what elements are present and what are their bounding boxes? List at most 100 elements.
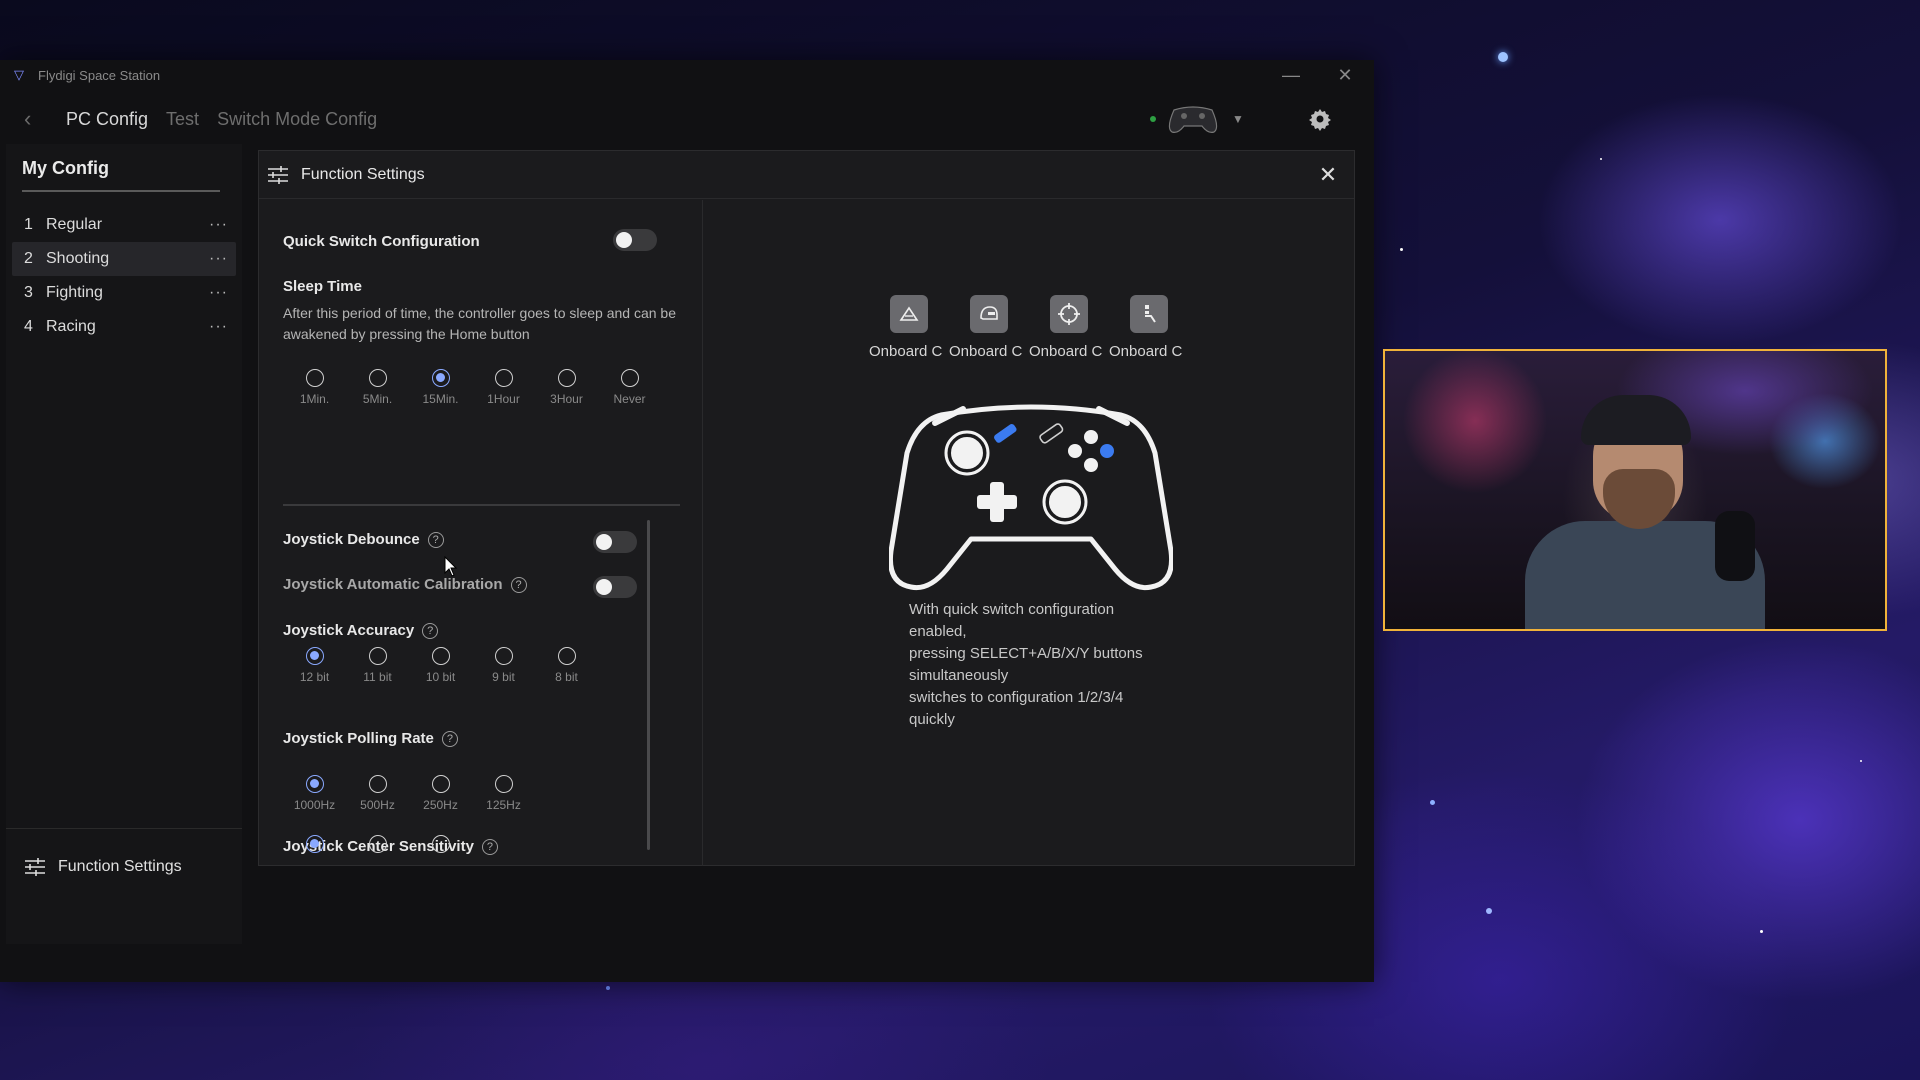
joystick-debounce-toggle[interactable] xyxy=(593,531,637,553)
config-label: Shooting xyxy=(46,250,110,267)
radio-button[interactable] xyxy=(494,647,513,665)
radio-button[interactable] xyxy=(431,775,450,793)
radio-option[interactable]: Never xyxy=(598,369,661,406)
crosshair-icon xyxy=(1050,295,1088,333)
close-panel-button[interactable]: ✕ xyxy=(1316,163,1340,187)
sliders-icon xyxy=(25,858,45,876)
radio-label: 11 bit xyxy=(363,670,392,684)
radio-button[interactable] xyxy=(431,647,450,665)
radio-button[interactable] xyxy=(494,775,513,793)
star-decoration xyxy=(1400,248,1403,251)
radio-option[interactable] xyxy=(409,835,472,853)
radio-button[interactable] xyxy=(305,835,324,853)
gear-icon xyxy=(1309,109,1331,131)
radio-button[interactable] xyxy=(368,775,387,793)
radio-option[interactable]: 1Hour xyxy=(472,369,535,406)
radio-option[interactable]: 10 bit xyxy=(409,647,472,684)
radio-button[interactable] xyxy=(620,369,639,387)
sidebar-item-racing[interactable]: 4 Racing ··· xyxy=(12,310,236,344)
radio-option[interactable]: 1000Hz xyxy=(283,775,346,812)
tab-test[interactable]: Test xyxy=(166,109,199,130)
radio-option[interactable] xyxy=(283,835,346,853)
more-options-icon[interactable]: ··· xyxy=(209,216,228,234)
radio-button[interactable] xyxy=(368,369,387,387)
radio-option[interactable]: 8 bit xyxy=(535,647,598,684)
radio-label: Never xyxy=(613,392,646,406)
back-arrow-icon[interactable]: ‹ xyxy=(24,106,44,132)
streamer-beard xyxy=(1603,469,1675,529)
info-line: switches to configuration 1/2/3/4 xyxy=(909,689,1124,706)
sleep-time-options: 1Min. 5Min. 15Min. 1Hour 3Hour Never xyxy=(283,369,661,406)
tab-pc-config[interactable]: PC Config xyxy=(66,109,148,130)
joystick-calibration-toggle[interactable] xyxy=(593,576,637,598)
radio-option[interactable]: 12 bit xyxy=(283,647,346,684)
webcam-overlay xyxy=(1383,349,1887,631)
radio-button[interactable] xyxy=(557,369,576,387)
radio-option[interactable]: 3Hour xyxy=(535,369,598,406)
radio-option[interactable]: 1Min. xyxy=(283,369,346,406)
help-icon[interactable]: ? xyxy=(427,531,444,548)
radio-option[interactable]: 5Min. xyxy=(346,369,409,406)
controller-illustration xyxy=(889,404,1173,591)
close-window-button[interactable]: ✕ xyxy=(1322,60,1368,90)
radio-option[interactable]: 9 bit xyxy=(472,647,535,684)
scrollbar[interactable] xyxy=(647,520,650,850)
mode-regular[interactable]: Onboard C xyxy=(869,295,949,360)
radio-button[interactable] xyxy=(557,647,576,665)
star-decoration xyxy=(1860,760,1862,762)
more-options-icon[interactable]: ··· xyxy=(209,318,228,336)
radio-button[interactable] xyxy=(305,647,324,665)
sleep-time-description: After this period of time, the controlle… xyxy=(283,305,677,342)
quick-switch-toggle[interactable] xyxy=(613,229,657,251)
quick-switch-info: With quick switch configuration enabled,… xyxy=(909,599,1179,731)
mode-racing[interactable]: Onboard C xyxy=(949,295,1029,360)
help-icon[interactable]: ? xyxy=(481,838,498,855)
sidebar-item-fighting[interactable]: 3 Fighting ··· xyxy=(12,276,236,310)
radio-option[interactable] xyxy=(346,835,409,853)
radio-label: 1Hour xyxy=(487,392,520,406)
device-selector[interactable]: ▼ xyxy=(1150,104,1244,134)
radio-option[interactable]: 15Min. xyxy=(409,369,472,406)
panel-divider xyxy=(702,200,703,866)
radio-option[interactable]: 500Hz xyxy=(346,775,409,812)
radio-button[interactable] xyxy=(368,647,387,665)
radio-button[interactable] xyxy=(431,369,450,387)
star-decoration xyxy=(1430,800,1435,805)
radio-label: 5Min. xyxy=(362,392,393,406)
radio-button[interactable] xyxy=(494,369,513,387)
racing-helmet-icon xyxy=(970,295,1008,333)
function-settings-link[interactable]: Function Settings xyxy=(24,857,182,877)
sidebar-item-shooting[interactable]: 2 Shooting ··· xyxy=(12,242,236,276)
minimize-button[interactable]: — xyxy=(1268,60,1314,90)
joystick-polling-label: Joystick Polling Rate ? xyxy=(283,730,458,747)
star-decoration xyxy=(1600,158,1602,160)
settings-button[interactable] xyxy=(1302,101,1338,137)
more-options-icon[interactable]: ··· xyxy=(209,250,228,268)
radio-label: 15Min. xyxy=(422,392,459,406)
info-line: quickly xyxy=(909,711,955,728)
radio-button[interactable] xyxy=(305,369,324,387)
help-icon[interactable]: ? xyxy=(422,622,439,639)
radio-button[interactable] xyxy=(305,775,324,793)
radio-option[interactable]: 11 bit xyxy=(346,647,409,684)
mode-fighting[interactable]: Onboard C xyxy=(1109,295,1189,360)
panel-header: Function Settings xyxy=(259,151,1354,199)
more-options-icon[interactable]: ··· xyxy=(209,284,228,302)
settings-list: Quick Switch Configuration Sleep Time Af… xyxy=(259,200,702,866)
star-decoration xyxy=(1486,908,1492,914)
help-icon[interactable]: ? xyxy=(510,576,527,593)
radio-button[interactable] xyxy=(368,835,387,853)
tab-switch-mode-config[interactable]: Switch Mode Config xyxy=(217,109,377,130)
function-settings-panel: Function Settings ✕ Quick Switch Configu… xyxy=(258,150,1355,866)
title-bar: ▽ Flydigi Space Station xyxy=(0,60,1374,90)
help-icon[interactable]: ? xyxy=(441,730,458,747)
joystick-debounce-text: Joystick Debounce xyxy=(283,531,420,548)
sidebar-item-regular[interactable]: 1 Regular ··· xyxy=(12,208,236,242)
radio-button[interactable] xyxy=(431,835,450,853)
info-line: With quick switch configuration xyxy=(909,601,1115,618)
mode-label: Onboard C xyxy=(1029,343,1103,360)
radio-option[interactable]: 250Hz xyxy=(409,775,472,812)
sleep-time-label: Sleep Time xyxy=(283,278,362,295)
radio-option[interactable]: 125Hz xyxy=(472,775,535,812)
mode-shooting[interactable]: Onboard C xyxy=(1029,295,1109,360)
